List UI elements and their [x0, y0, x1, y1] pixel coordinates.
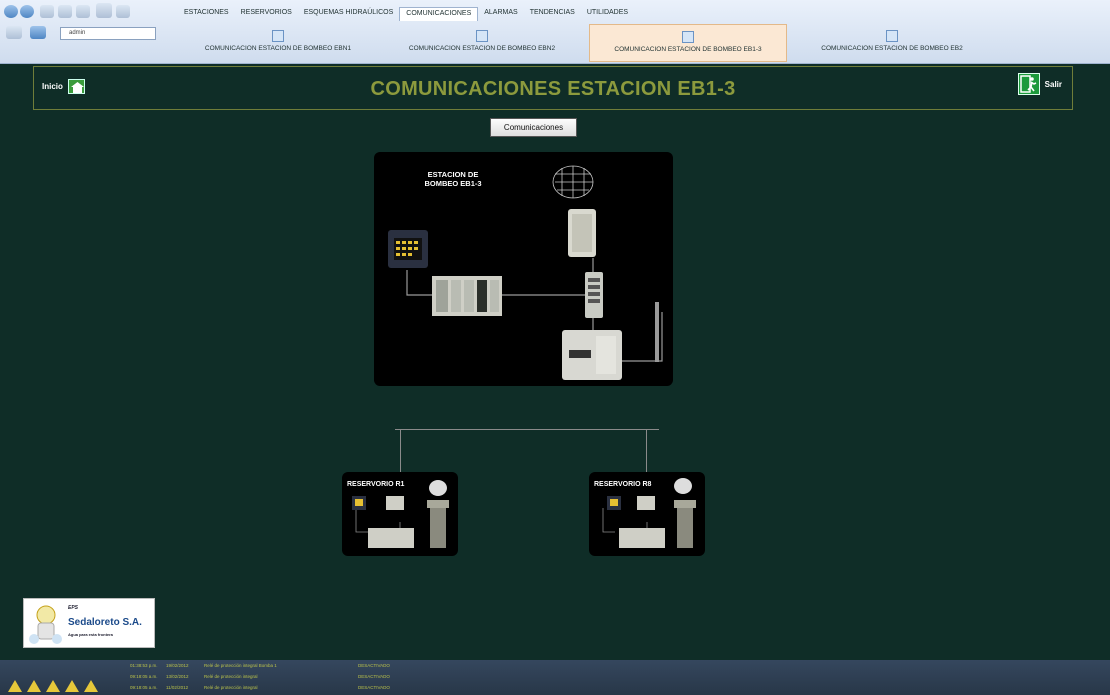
alarm-message: Relé de protección integral: [204, 685, 258, 690]
quick-access-toolbar: admin: [0, 0, 170, 60]
alarm-silence-icon[interactable]: [65, 680, 79, 692]
alarm-status: DESACTIVADO: [358, 685, 390, 690]
page-title: COMUNICACIONES ESTACION EB1-3: [370, 78, 736, 100]
tab-utilidades[interactable]: UTILIDADES: [581, 7, 634, 21]
alarm-date: 11/02/2012: [166, 685, 189, 690]
subtab-label: COMUNICACION ESTACION DE BOMBEO EB2: [821, 45, 963, 52]
plc-icon: [432, 276, 502, 316]
window-icon: [886, 30, 898, 42]
tab-estaciones[interactable]: ESTACIONES: [178, 7, 235, 21]
subtab-label: COMUNICACION ESTACION DE BOMBEO EBN2: [408, 45, 556, 52]
alarm-time: 09:18:05 a.m.: [130, 674, 158, 679]
back-icon[interactable]: [4, 5, 18, 18]
print-icon[interactable]: [6, 26, 22, 39]
link-line-r1: [400, 429, 401, 472]
ribbon-toolbar: admin ESTACIONES RESERVORIOS ESQUEMAS HI…: [0, 0, 1110, 64]
exit-button[interactable]: Salir: [1017, 73, 1062, 95]
user-field[interactable]: admin: [60, 27, 156, 40]
reservoir-diagram: [602, 478, 696, 548]
plc-icon: [619, 528, 665, 548]
plc-icon: [368, 528, 414, 548]
reservoir-diagram: [352, 480, 449, 548]
alarm-bar: 01:38:53 p.m. 19/02/2012 Relé de protecc…: [0, 660, 1110, 695]
alarm-message: Relé de protección integral: [204, 674, 258, 679]
link-line-r8: [646, 429, 647, 472]
reservoir-panel-r8[interactable]: RESERVORIO R8: [589, 472, 705, 556]
radio-modem-icon: [562, 330, 622, 380]
next-screen-icon[interactable]: [76, 5, 90, 18]
network-diagram: [388, 165, 663, 380]
alarm-history-icon[interactable]: [46, 680, 60, 692]
window-icon: [476, 30, 488, 42]
logo-tagline: Agua para esta frontera: [68, 632, 113, 637]
window-icon: [272, 30, 284, 42]
main-tab-bar: ESTACIONES RESERVORIOS ESQUEMAS HIDRAÚLI…: [178, 7, 634, 21]
tab-esquemas-hidraulicos[interactable]: ESQUEMAS HIDRAÚLICOS: [298, 7, 399, 21]
logo-company-name: Sedaloreto S.A.: [68, 617, 142, 628]
alarm-toolbar: [8, 680, 98, 692]
station-network-panel: ESTACION DE BOMBEO EB1-3: [374, 152, 673, 386]
radio-unit-icon: [637, 496, 655, 510]
mascot-icon: [29, 605, 62, 644]
subtab-label: COMUNICACION ESTACION DE BOMBEO EBN1: [204, 45, 352, 52]
subtab-eb1-3[interactable]: COMUNICACION ESTACION DE BOMBEO EB1-3: [589, 24, 787, 62]
alarm-message: Relé de protección integral Bomba 1: [204, 663, 277, 668]
network-switch-icon: [585, 272, 603, 318]
alarm-time: 09:18:05 a.m.: [130, 685, 158, 690]
alarm-status: DESACTIVADO: [358, 663, 390, 668]
tab-comunicaciones[interactable]: COMUNICACIONES: [399, 7, 479, 21]
subtab-eb2[interactable]: COMUNICACION ESTACION DE BOMBEO EB2: [792, 24, 992, 62]
subtab-label: COMUNICACION ESTACION DE BOMBEO EB1-3: [614, 46, 762, 53]
page-header: Inicio COMUNICACIONES ESTACION EB1-3 Sal…: [33, 66, 1073, 110]
alarm-date: 13/02/2012: [166, 674, 189, 679]
comunicaciones-button[interactable]: Comunicaciones: [490, 118, 577, 137]
radio-unit-icon: [386, 496, 404, 510]
user-login-icon[interactable]: [30, 26, 46, 39]
dish-antenna-icon: [429, 480, 447, 496]
tab-reservorios[interactable]: RESERVORIOS: [235, 7, 298, 21]
company-logo: EPS Sedaloreto S.A. Agua para esta front…: [23, 598, 155, 648]
tab-alarmas[interactable]: ALARMAS: [478, 7, 523, 21]
tab-tendencias[interactable]: TENDENCIAS: [524, 7, 581, 21]
exit-icon: [1017, 73, 1040, 95]
sub-tab-bar: COMUNICACION ESTACION DE BOMBEO EBN1 COM…: [168, 24, 1110, 62]
warning-icon[interactable]: [84, 680, 98, 692]
subtab-ebn1[interactable]: COMUNICACION ESTACION DE BOMBEO EBN1: [172, 24, 384, 62]
whip-antenna-icon: [655, 302, 659, 362]
alarm-status: DESACTIVADO: [358, 674, 390, 679]
subtab-ebn2[interactable]: COMUNICACION ESTACION DE BOMBEO EBN2: [388, 24, 576, 62]
alarm-date: 19/02/2012: [166, 663, 189, 668]
home-nav-icon[interactable]: [96, 3, 112, 18]
dish-antenna-icon: [674, 478, 692, 494]
exit-label: Salir: [1044, 79, 1062, 89]
alarm-time: 01:38:53 p.m.: [130, 663, 158, 668]
alarm-ack-icon[interactable]: [8, 680, 22, 692]
forward-icon[interactable]: [20, 5, 34, 18]
logo-eps: EPS: [68, 605, 79, 611]
alarm-filter-icon[interactable]: [27, 680, 41, 692]
grid-antenna-icon: [552, 165, 594, 199]
network-bus-line: [395, 429, 659, 430]
cancel-icon[interactable]: [40, 5, 54, 18]
window-icon[interactable]: [116, 5, 130, 18]
reservoir-panel-r1[interactable]: RESERVORIO R1: [342, 472, 458, 556]
hmi-panel-icon: [388, 230, 428, 268]
previous-screen-icon[interactable]: [58, 5, 72, 18]
window-icon: [682, 31, 694, 43]
